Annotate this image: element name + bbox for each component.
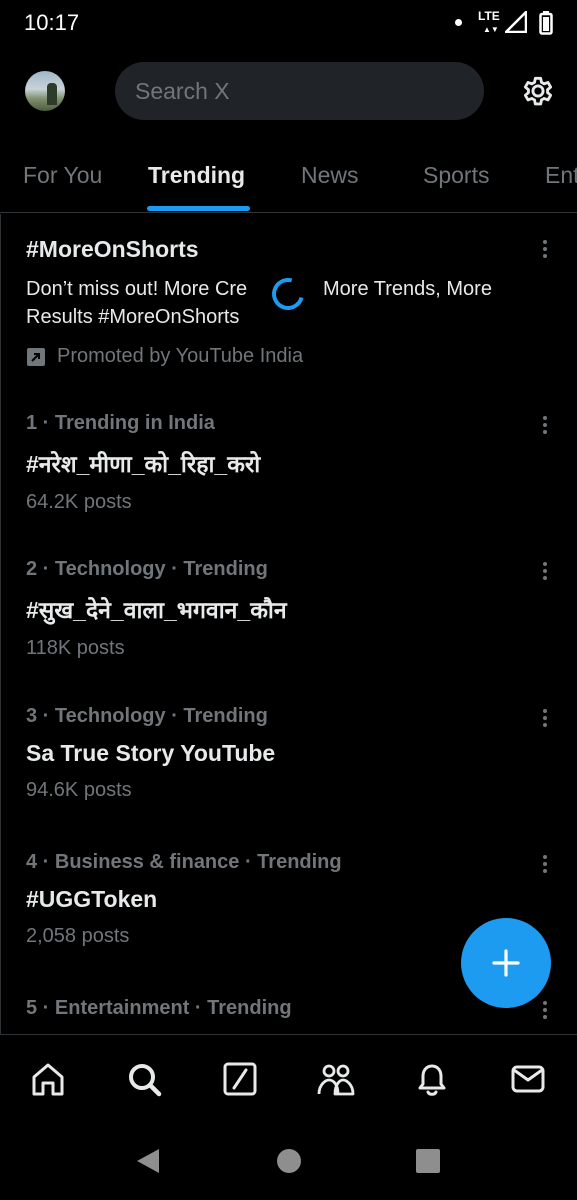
home-icon[interactable] [28,1059,68,1099]
tab-trending[interactable]: Trending [148,162,245,189]
trend-meta: 1 · Trending in India [26,412,215,434]
active-tab-indicator [147,206,250,211]
trend-post-count: 94.6K posts [26,779,132,801]
trend-name: #नरेश_मीणा_को_रिहा_करो [26,451,261,477]
more-options-icon[interactable] [537,238,553,262]
more-options-icon[interactable] [537,707,553,731]
more-options-icon[interactable] [537,414,553,438]
recents-icon[interactable] [415,1148,441,1174]
status-bar: 10:17 LTE ▲▼ [0,0,577,46]
trending-feed[interactable]: #MoreOnShorts Don’t miss out! More Cre M… [0,214,577,1034]
top-bar [0,60,577,124]
notification-dot-icon [455,19,462,26]
network-label: LTE [478,9,500,23]
more-options-icon[interactable] [537,853,553,877]
trend-item[interactable]: 1 · Trending in India #नरेश_मीणा_को_रिहा… [26,412,526,514]
trend-meta: 5 · Entertainment · Trending [26,997,292,1019]
trend-meta: 3 · Technology · Trending [26,705,268,727]
promoted-by-label: Promoted by YouTube India [57,345,304,367]
more-options-icon[interactable] [537,560,553,584]
trend-post-count: 64.2K posts [26,491,132,513]
battery-icon [539,11,553,35]
trend-name: Sa True Story YouTube [26,740,276,766]
search-box[interactable] [115,62,484,120]
system-nav-bar [0,1122,577,1200]
compose-fab-button[interactable] [461,918,551,1008]
data-arrows-icon: ▲▼ [483,25,499,34]
tab-news[interactable]: News [301,162,359,189]
notifications-icon[interactable] [412,1059,452,1099]
bottom-nav [0,1034,577,1122]
promoted-desc-part1: Don’t miss out! More Cre [26,278,248,300]
tab-for-you[interactable]: For You [23,162,102,189]
avatar[interactable] [25,71,65,111]
trend-post-count: 2,058 posts [26,925,130,947]
plus-icon [492,949,520,977]
tab-sports[interactable]: Sports [423,162,489,189]
promoted-icon [27,347,45,366]
trend-meta: 4 · Business & finance · Trending [26,851,342,873]
communities-icon[interactable] [316,1059,356,1099]
trend-item[interactable]: 4 · Business & finance · Trending #UGGTo… [26,851,526,948]
avatar-figure [47,83,57,105]
trend-item[interactable]: 3 · Technology · Trending Sa True Story … [26,705,526,802]
promoted-desc-part2: More Trends, More [323,278,492,300]
trend-post-count: 118K posts [26,637,125,659]
promoted-by-row: Promoted by YouTube India [26,345,526,368]
trend-name: #सुख_देने_वाला_भगवान_कौन [26,597,287,623]
promoted-description: Don’t miss out! More Cre More Trends, Mo… [26,272,506,331]
more-options-icon[interactable] [537,999,553,1023]
promoted-desc-part3: Results #MoreOnShorts [26,306,240,328]
promoted-title: #MoreOnShorts [26,236,199,262]
signal-icon [505,11,527,33]
messages-icon[interactable] [508,1059,548,1099]
trend-item[interactable]: 2 · Technology · Trending #सुख_देने_वाला… [26,558,526,660]
promoted-trend[interactable]: #MoreOnShorts Don’t miss out! More Cre M… [26,236,526,368]
grok-icon[interactable] [220,1059,260,1099]
trend-item[interactable]: 5 · Entertainment · Trending [26,997,526,1020]
tab-entertainment[interactable]: Ent [545,162,577,189]
gear-icon[interactable] [519,72,557,110]
status-time: 10:17 [24,10,80,35]
trend-name: #UGGToken [26,886,158,912]
explore-tabs: For You Trending News Sports Ent [0,140,577,213]
home-circle-icon[interactable] [276,1148,302,1174]
network-indicator: LTE ▲▼ [478,9,500,34]
back-icon[interactable] [135,1148,161,1174]
search-icon[interactable] [124,1059,164,1099]
trend-meta: 2 · Technology · Trending [26,558,268,580]
search-input[interactable] [115,62,484,120]
